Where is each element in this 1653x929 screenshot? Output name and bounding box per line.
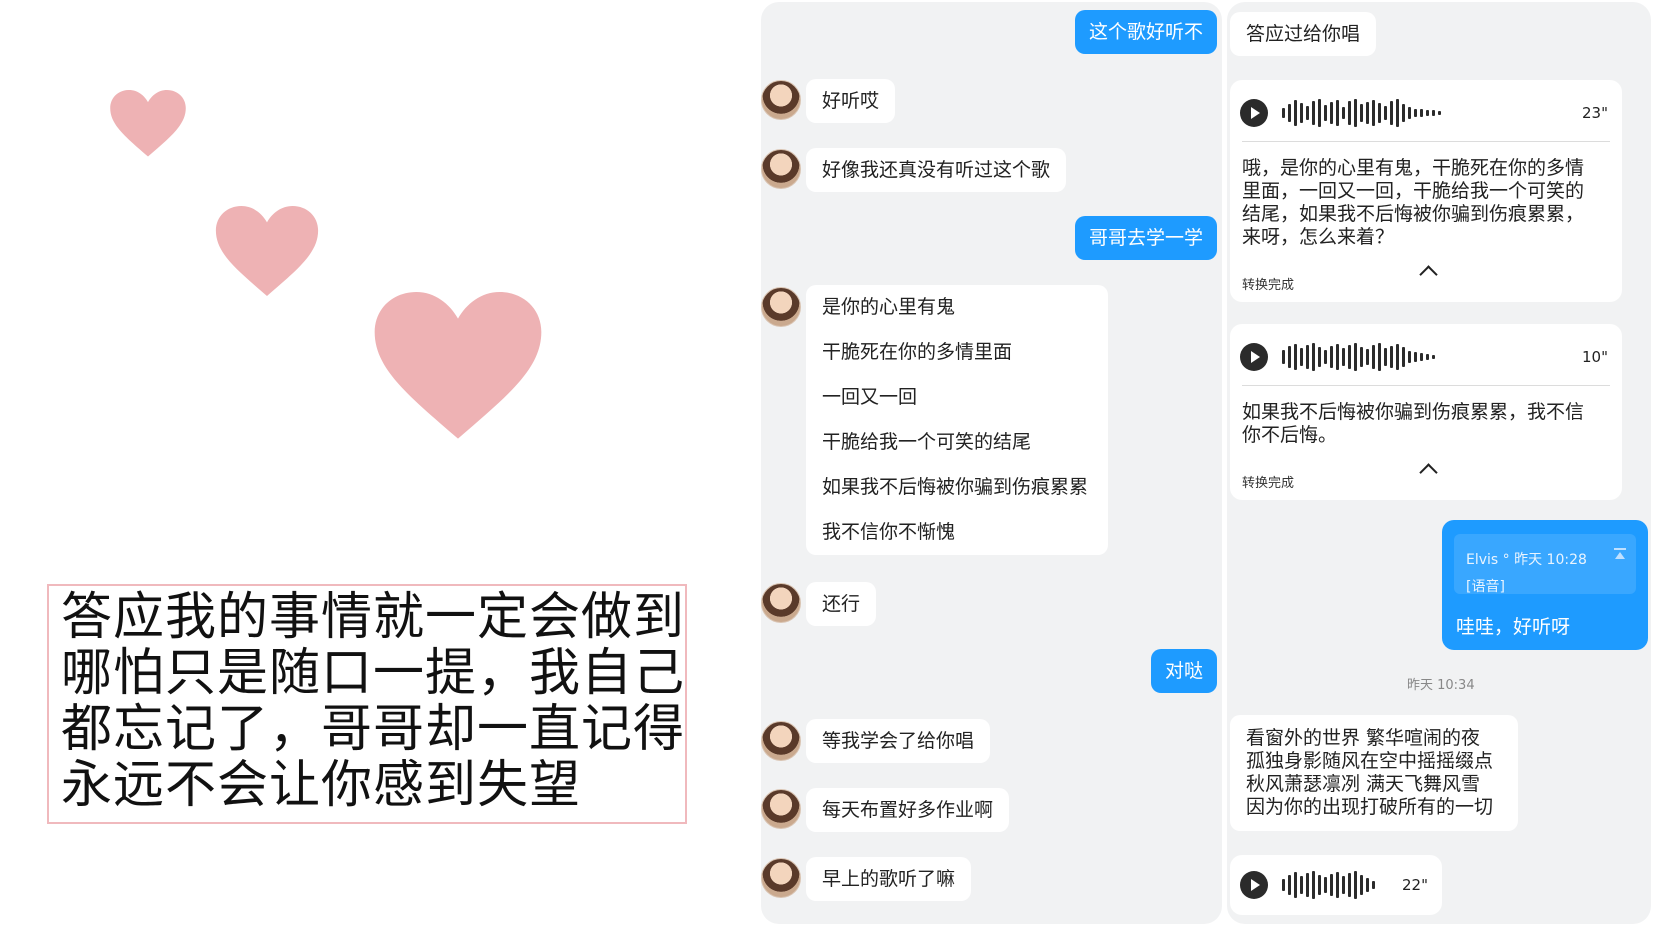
message-line: 是你的心里有鬼	[822, 296, 956, 318]
voice-duration: 23"	[1582, 104, 1608, 122]
collapse-chevron-icon[interactable]	[1419, 463, 1438, 482]
heart-medium-icon	[215, 206, 319, 296]
caption-line: 答应我的事情就一定会做到	[61, 588, 686, 647]
play-icon[interactable]	[1240, 99, 1268, 127]
message-bubble-incoming[interactable]: 答应过给你唱	[1230, 12, 1377, 56]
avatar[interactable]	[761, 721, 801, 761]
message-line: 干脆死在你的多情里面	[822, 341, 1013, 363]
quoted-reply-bubble[interactable]: Elvis ° 昨天 10:28 [语音] 哇哇，好听呀	[1442, 520, 1648, 650]
avatar[interactable]	[761, 789, 801, 829]
message-bubble-outgoing[interactable]: 这个歌好听不	[1074, 10, 1217, 54]
transcript-line: 来呀，怎么来着？	[1242, 226, 1395, 248]
message-bubble-incoming[interactable]: 等我学会了给你唱	[806, 719, 991, 763]
transcript-line: 里面，一回又一回，干脆给我一个可笑的	[1242, 180, 1585, 202]
avatar[interactable]	[761, 583, 801, 623]
heart-large-icon	[374, 292, 542, 439]
transcript-line: 如果我不后悔被你骗到伤痕累累，我不信	[1242, 401, 1585, 423]
collapse-chevron-icon[interactable]	[1419, 265, 1438, 284]
message-line: 我不信你不惭愧	[822, 521, 956, 543]
avatar[interactable]	[761, 149, 801, 189]
avatar[interactable]	[761, 80, 801, 120]
avatar[interactable]	[761, 858, 801, 898]
caption-box: 答应我的事情就一定会做到 哪怕只是随口一提，我自己 都忘记了，哥哥却一直记得 永…	[47, 584, 687, 824]
message-bubble-incoming-multiline[interactable]: 看窗外的世界 繁华喧闹的夜 孤独身影随风在空中摇摇缀点 秋风萧瑟凛冽 满天飞舞风…	[1230, 715, 1518, 831]
voice-duration: 10"	[1582, 348, 1608, 366]
quoted-type-tag: [语音]	[1466, 579, 1505, 595]
voice-message-card[interactable]: 23" 哦，是你的心里有鬼，干脆死在你的多情 里面，一回又一回，干脆给我一个可笑…	[1230, 80, 1622, 302]
voice-message-card[interactable]: 22"	[1230, 855, 1442, 915]
quoted-message[interactable]: Elvis ° 昨天 10:28 [语音]	[1454, 534, 1636, 595]
message-bubble-incoming[interactable]: 好听哎	[806, 79, 896, 123]
divider	[1242, 141, 1610, 142]
transcript-line: 哦，是你的心里有鬼，干脆死在你的多情	[1242, 157, 1585, 179]
transcript-line: 结尾，如果我不后悔被你骗到伤痕累累，	[1242, 203, 1585, 225]
message-bubble-incoming[interactable]: 每天布置好多作业啊	[806, 788, 1010, 832]
avatar[interactable]	[761, 287, 801, 327]
message-bubble-incoming-multiline[interactable]: 是你的心里有鬼 干脆死在你的多情里面 一回又一回 干脆给我一个可笑的结尾 如果我…	[806, 285, 1108, 555]
conversion-status: 转换完成	[1242, 476, 1295, 491]
waveform-icon	[1282, 98, 1441, 128]
message-line: 如果我不后悔被你骗到伤痕累累	[822, 476, 1089, 498]
message-line: 干脆给我一个可笑的结尾	[822, 431, 1032, 453]
message-line: 因为你的出现打破所有的一切	[1246, 796, 1494, 818]
chat-panel-left[interactable]: 这个歌好听不 好听哎 好像我还真没有听过这个歌 哥哥去学一学 是你的心里有鬼 干…	[761, 2, 1222, 924]
voice-transcript: 如果我不后悔被你骗到伤痕累累，我不信 你不后悔。	[1242, 401, 1614, 447]
message-bubble-incoming[interactable]: 还行	[806, 582, 877, 626]
transcript-line: 你不后悔。	[1242, 424, 1338, 446]
time-separator: 昨天 10:34	[1407, 678, 1475, 693]
message-line: 孤独身影随风在空中摇摇缀点	[1246, 750, 1494, 772]
waveform-icon	[1282, 870, 1375, 900]
message-bubble-incoming[interactable]: 好像我还真没有听过这个歌	[806, 148, 1067, 192]
caption-line: 永远不会让你感到失望	[61, 756, 582, 815]
voice-transcript: 哦，是你的心里有鬼，干脆死在你的多情 里面，一回又一回，干脆给我一个可笑的 结尾…	[1242, 157, 1614, 249]
voice-message-card[interactable]: 10" 如果我不后悔被你骗到伤痕累累，我不信 你不后悔。 转换完成	[1230, 324, 1622, 500]
caption-line: 哪怕只是随口一提，我自己	[61, 644, 686, 703]
chat-panel-right[interactable]: 答应过给你唱 23" 哦，是你的心里有鬼，干脆死在你的多情 里面，一回又一回，干…	[1227, 2, 1651, 924]
message-bubble-outgoing[interactable]: 哥哥去学一学	[1074, 216, 1217, 260]
divider	[1242, 385, 1610, 386]
message-bubble-outgoing[interactable]: 对哒	[1150, 649, 1217, 693]
message-bubble-incoming[interactable]: 早上的歌听了嘛	[806, 857, 972, 901]
waveform-icon	[1282, 342, 1435, 372]
message-line: 一回又一回	[822, 386, 918, 408]
quoted-meta: Elvis ° 昨天 10:28	[1466, 552, 1587, 568]
message-line: 秋风萧瑟凛冽 满天飞舞风雪	[1246, 773, 1481, 795]
play-icon[interactable]	[1240, 343, 1268, 371]
jump-to-top-icon[interactable]	[1614, 548, 1626, 564]
heart-small-icon	[110, 90, 186, 157]
play-icon[interactable]	[1240, 871, 1268, 899]
reply-text: 哇哇，好听呀	[1456, 616, 1571, 638]
message-line: 看窗外的世界 繁华喧闹的夜	[1246, 727, 1481, 749]
voice-duration: 22"	[1402, 876, 1428, 894]
caption-line: 都忘记了，哥哥却一直记得	[61, 700, 686, 759]
conversion-status: 转换完成	[1242, 278, 1295, 293]
